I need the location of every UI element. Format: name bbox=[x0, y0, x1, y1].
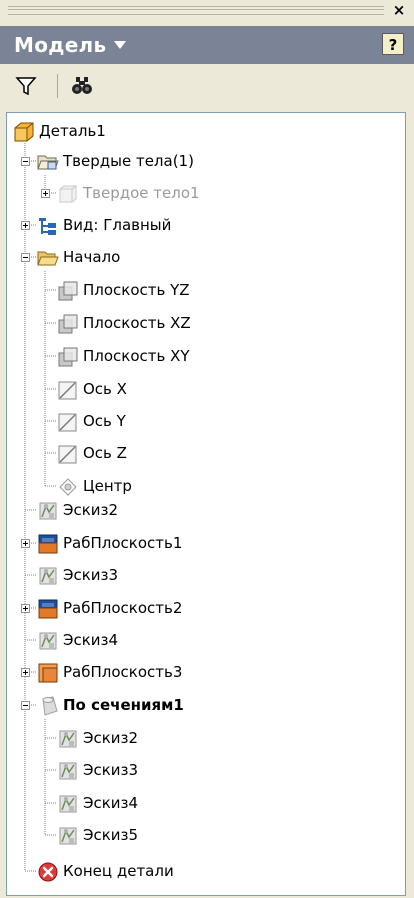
expand-toggle[interactable] bbox=[41, 189, 50, 198]
work-plane-icon bbox=[38, 663, 58, 683]
plane-icon bbox=[58, 281, 78, 301]
tree-item-label: Плоскость XY bbox=[83, 347, 190, 365]
tree-item-label: Плоскость XZ bbox=[83, 314, 191, 332]
solid-bodies-folder-icon bbox=[37, 155, 59, 170]
plane-icon bbox=[58, 347, 78, 367]
tree-item-label: Плоскость YZ bbox=[83, 281, 190, 299]
grip-lines bbox=[8, 6, 384, 15]
browser-toolbar bbox=[0, 66, 414, 106]
tree-item-label: Ось Z bbox=[83, 444, 127, 462]
model-browser-tree[interactable]: Деталь1 Твердые тела(1) Твердое тело1 Ви… bbox=[6, 112, 406, 896]
solid-body-icon bbox=[59, 185, 77, 203]
work-plane-icon bbox=[38, 534, 58, 554]
binoculars-icon bbox=[72, 77, 92, 94]
work-plane-icon bbox=[38, 599, 58, 619]
find-button[interactable] bbox=[70, 74, 94, 98]
tree-item-label: Эскиз5 bbox=[83, 826, 139, 844]
model-dropdown[interactable]: Модель bbox=[14, 26, 127, 64]
sketch-icon bbox=[59, 827, 77, 845]
axis-icon bbox=[58, 445, 77, 464]
filter-button[interactable] bbox=[14, 74, 38, 98]
tree-item-label: Эскиз4 bbox=[63, 631, 119, 649]
collapse-toggle[interactable] bbox=[21, 157, 30, 166]
toolbar-separator bbox=[57, 74, 58, 98]
tree-item-label: Вид: Главный bbox=[63, 216, 172, 234]
sketch-icon bbox=[39, 632, 57, 650]
sketch-icon bbox=[59, 730, 77, 748]
model-dropdown-label: Модель bbox=[14, 33, 107, 57]
sketch-icon bbox=[39, 567, 57, 585]
loft-icon bbox=[42, 696, 58, 716]
sketch-icon bbox=[59, 795, 77, 813]
close-icon[interactable]: × bbox=[390, 1, 408, 19]
origin-folder-icon bbox=[37, 251, 59, 266]
end-of-part-icon bbox=[38, 862, 58, 882]
axis-icon bbox=[58, 413, 77, 432]
filter-icon bbox=[15, 77, 37, 96]
tree-item-label: Эскиз3 bbox=[83, 761, 139, 779]
tree-item-label: РабПлоскость1 bbox=[63, 534, 183, 552]
tree-item-label: Эскиз3 bbox=[63, 566, 119, 584]
expand-toggle[interactable] bbox=[21, 604, 30, 613]
panel-grip[interactable]: × bbox=[0, 0, 414, 22]
tree-item-label: Деталь1 bbox=[39, 122, 106, 140]
tree-item-label: Начало bbox=[63, 248, 121, 266]
browser-header: Модель ? bbox=[0, 26, 414, 64]
tree-item-label: Твердое тело1 bbox=[83, 184, 200, 202]
view-rep-icon bbox=[39, 218, 56, 235]
tree-item-label: Конец детали bbox=[63, 862, 174, 880]
help-button[interactable]: ? bbox=[382, 33, 404, 55]
expand-toggle[interactable] bbox=[21, 221, 30, 230]
chevron-down-icon bbox=[114, 40, 127, 49]
tree-item-label: Эскиз2 bbox=[83, 729, 139, 747]
collapse-toggle[interactable] bbox=[21, 701, 30, 710]
sketch-icon bbox=[59, 762, 77, 780]
axis-icon bbox=[58, 381, 77, 400]
tree-item-label: Ось X bbox=[83, 380, 127, 398]
expand-toggle[interactable] bbox=[21, 668, 30, 677]
tree-item-label: Эскиз4 bbox=[83, 794, 139, 812]
tree-item-label: Ось Y bbox=[83, 412, 126, 430]
tree-item-label: По сечениям1 bbox=[63, 696, 184, 714]
tree-item-label: РабПлоскость3 bbox=[63, 663, 183, 681]
tree-item-label: РабПлоскость2 bbox=[63, 599, 183, 617]
part-icon bbox=[14, 122, 34, 142]
tree-item-label: Эскиз2 bbox=[63, 501, 119, 519]
collapse-toggle[interactable] bbox=[21, 253, 30, 262]
expand-toggle[interactable] bbox=[21, 539, 30, 548]
tree-item-label: Твердые тела(1) bbox=[63, 152, 194, 170]
sketch-icon bbox=[39, 502, 57, 520]
plane-icon bbox=[58, 314, 78, 334]
